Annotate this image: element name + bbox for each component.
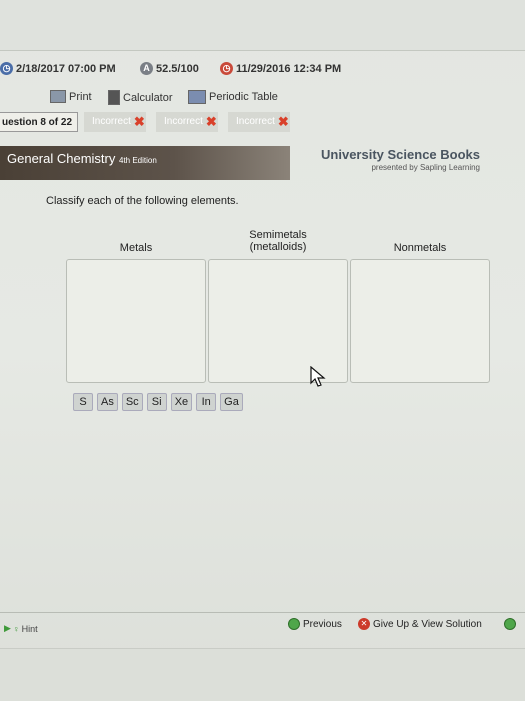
- category-heading-metals: Metals: [119, 242, 153, 254]
- timestamp: ◷ 11/29/2016 12:34 PM: [220, 62, 341, 75]
- element-token-bank: S As Sc Si Xe In Ga: [73, 393, 243, 411]
- element-token[interactable]: S: [73, 393, 93, 411]
- lightbulb-icon: ♀: [12, 623, 20, 634]
- printer-icon: [50, 90, 66, 103]
- question-footer: ▶ ♀ Hint Previous ✕ Give Up & View Solut…: [0, 612, 525, 639]
- check-icon: [504, 618, 516, 630]
- element-token[interactable]: Xe: [170, 393, 193, 411]
- calculator-button[interactable]: Calculator: [108, 90, 173, 105]
- give-up-icon: ✕: [358, 618, 370, 630]
- attempt-tab[interactable]: Incorrect ✖: [228, 112, 290, 132]
- bottom-panel: [0, 648, 525, 701]
- status-bar: ◷ 2/18/2017 07:00 PM A 52.5/100 ◷ 11/29/…: [0, 56, 525, 82]
- periodic-table-icon: [188, 90, 206, 104]
- toolbar: Print Calculator Periodic Table: [0, 86, 525, 108]
- drop-zone-semimetals[interactable]: [208, 259, 348, 383]
- book-title: General Chemistry: [7, 151, 116, 166]
- calculator-icon: [108, 90, 120, 105]
- question-number[interactable]: uestion 8 of 22: [0, 112, 78, 132]
- element-token[interactable]: Ga: [220, 393, 243, 411]
- give-up-button[interactable]: ✕ Give Up & View Solution: [358, 618, 482, 630]
- course-banner: General Chemistry 4th Edition University…: [0, 146, 525, 182]
- element-token[interactable]: As: [97, 393, 118, 411]
- element-token[interactable]: In: [196, 393, 217, 411]
- mouse-pointer-icon: [310, 366, 326, 387]
- question-instruction: Classify each of the following elements.: [46, 195, 239, 207]
- presented-by: presented by Sapling Learning: [371, 163, 480, 172]
- category-heading-semimetals: Semimetals (metalloids): [249, 229, 307, 253]
- incorrect-x-icon: ✖: [133, 114, 145, 129]
- incorrect-x-icon: ✖: [205, 114, 217, 129]
- publisher-name: University Science Books: [321, 147, 480, 162]
- drop-zone-nonmetals[interactable]: [350, 259, 490, 383]
- drop-zone-metals[interactable]: [66, 259, 206, 383]
- element-token[interactable]: Sc: [121, 393, 143, 411]
- previous-arrow-icon: [288, 618, 300, 630]
- periodic-table-button[interactable]: Periodic Table: [188, 90, 278, 104]
- book-header: General Chemistry 4th Edition: [0, 146, 290, 180]
- check-answer-button[interactable]: [504, 618, 516, 630]
- due-date: ◷ 2/18/2017 07:00 PM: [0, 62, 116, 75]
- grade-icon: A: [140, 62, 153, 75]
- attempt-tab[interactable]: Incorrect ✖: [84, 112, 146, 132]
- clock-icon: ◷: [0, 62, 13, 75]
- play-arrow-icon: ▶: [4, 623, 11, 633]
- edition: 4th Edition: [119, 156, 157, 165]
- print-button[interactable]: Print: [50, 90, 92, 103]
- screen: ◷ 2/18/2017 07:00 PM A 52.5/100 ◷ 11/29/…: [0, 0, 525, 701]
- category-heading-nonmetals: Nonmetals: [393, 242, 447, 254]
- clock-icon: ◷: [220, 62, 233, 75]
- incorrect-x-icon: ✖: [277, 114, 289, 129]
- top-band: [0, 0, 525, 51]
- hint-button[interactable]: ▶ ♀ Hint: [4, 623, 38, 634]
- element-token[interactable]: Si: [146, 393, 167, 411]
- question-nav: uestion 8 of 22 Incorrect ✖ Incorrect ✖ …: [0, 112, 525, 132]
- score: A 52.5/100: [140, 62, 199, 75]
- previous-button[interactable]: Previous: [288, 618, 342, 630]
- publisher-block: University Science Books presented by Sa…: [300, 147, 480, 172]
- attempt-tab[interactable]: Incorrect ✖: [156, 112, 218, 132]
